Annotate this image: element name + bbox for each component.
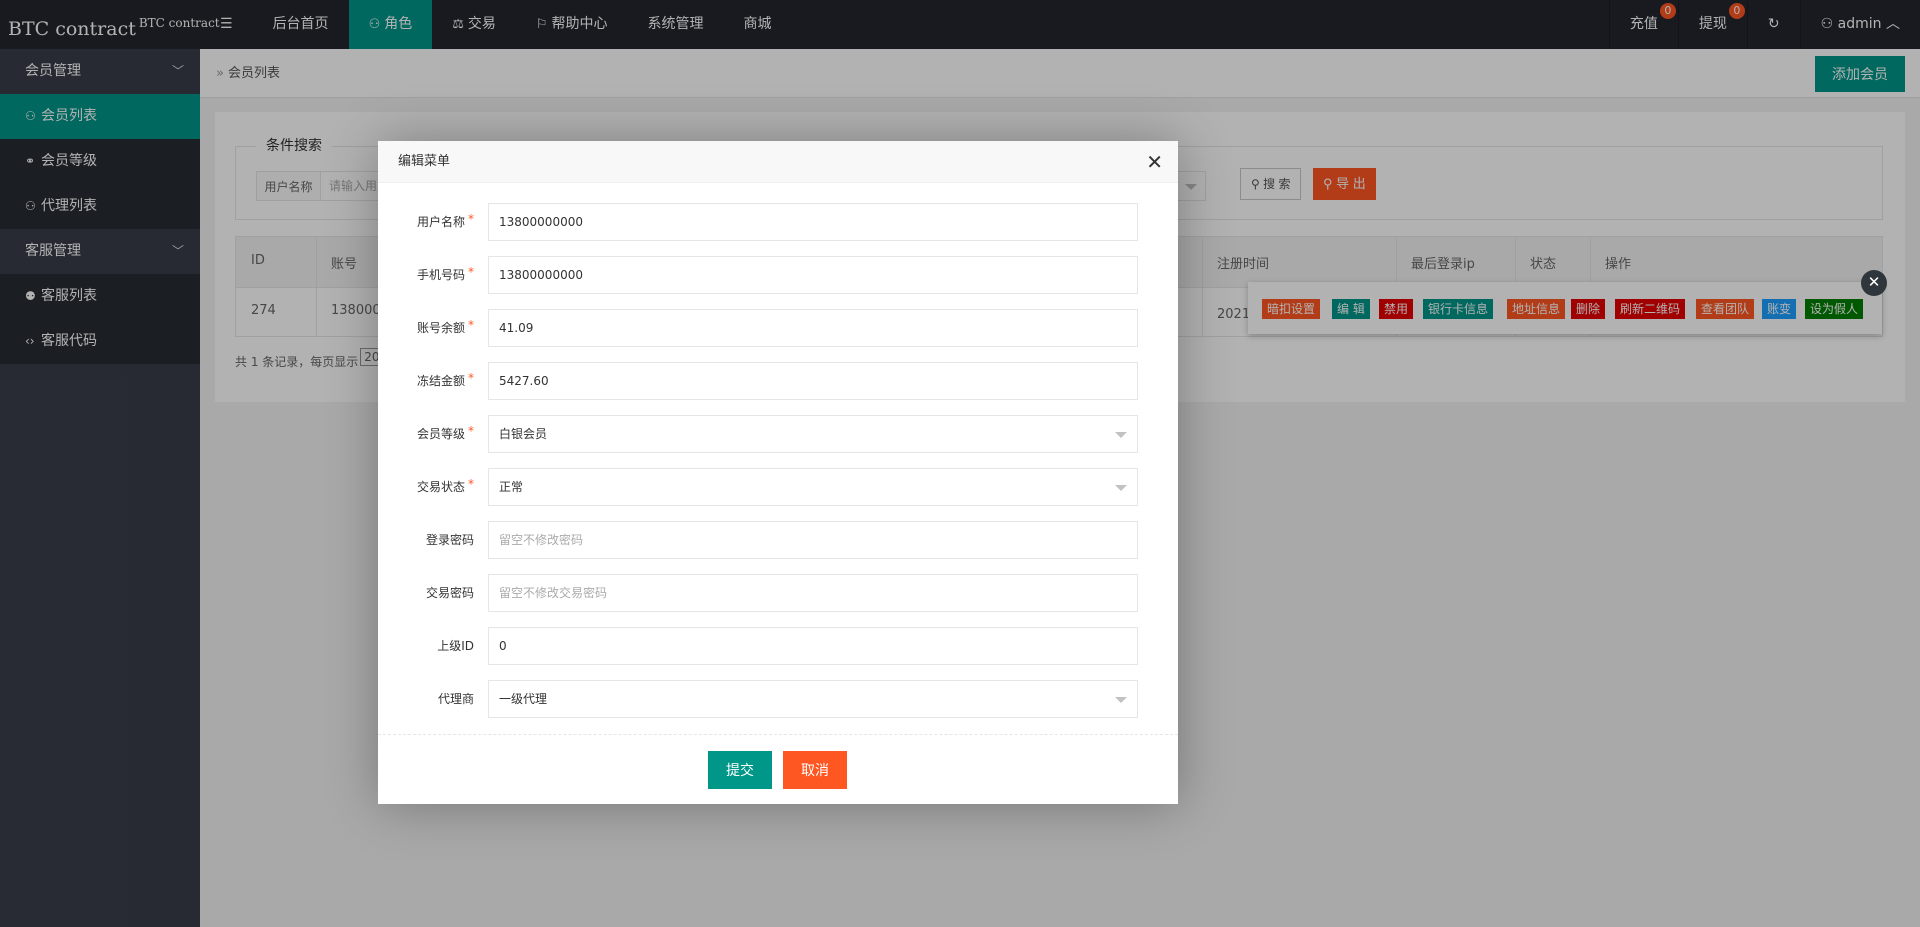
caret-down-icon	[1115, 697, 1127, 703]
submit-button[interactable]: 提交	[708, 751, 772, 789]
cancel-button[interactable]: 取消	[783, 751, 847, 789]
parent-id-field[interactable]	[488, 627, 1138, 665]
trade-password-field[interactable]	[488, 574, 1138, 612]
trade-status-select[interactable]: 正常	[488, 468, 1138, 506]
close-icon[interactable]: ✕	[1861, 270, 1887, 296]
balance-field[interactable]	[488, 309, 1138, 347]
dialog-header: 编辑菜单 ✕	[378, 141, 1178, 183]
caret-down-icon	[1115, 485, 1127, 491]
frozen-amount-field[interactable]	[488, 362, 1138, 400]
form-row-username: 用户名称 *	[378, 203, 1178, 241]
required-mark: *	[468, 371, 474, 385]
member-level-select[interactable]: 白银会员	[488, 415, 1138, 453]
form-row-trade-password: 交易密码	[378, 574, 1178, 612]
edit-dialog: 编辑菜单 ✕ 用户名称* 手机号码* 账号余额* 冻结金额* 会员等级* 白银会…	[378, 141, 1178, 804]
username-field[interactable]	[488, 203, 1138, 241]
required-mark: *	[468, 265, 474, 279]
form-row-login-password: 登录密码	[378, 521, 1178, 559]
form-row-agent: 代理商 一级代理	[378, 680, 1178, 718]
caret-down-icon	[1115, 432, 1127, 438]
form-row-frozen: 冻结金额 *	[378, 362, 1178, 400]
form-row-phone: 手机号码 *	[378, 256, 1178, 294]
required-mark: *	[468, 424, 474, 438]
required-mark: *	[468, 212, 474, 226]
required-mark: *	[468, 477, 474, 491]
dialog-divider	[378, 734, 1178, 735]
form-row-balance: 账号余额 *	[378, 309, 1178, 347]
form-row-trade-status: 交易状态 * 正常	[378, 468, 1178, 506]
phone-field[interactable]	[488, 256, 1138, 294]
form-row-parent-id: 上级ID	[378, 627, 1178, 665]
close-icon[interactable]: ✕	[1146, 141, 1163, 183]
login-password-field[interactable]	[488, 521, 1138, 559]
form-row-level: 会员等级 * 白银会员	[378, 415, 1178, 453]
agent-select[interactable]: 一级代理	[488, 680, 1138, 718]
dialog-title: 编辑菜单	[398, 154, 451, 169]
required-mark: *	[468, 318, 474, 332]
